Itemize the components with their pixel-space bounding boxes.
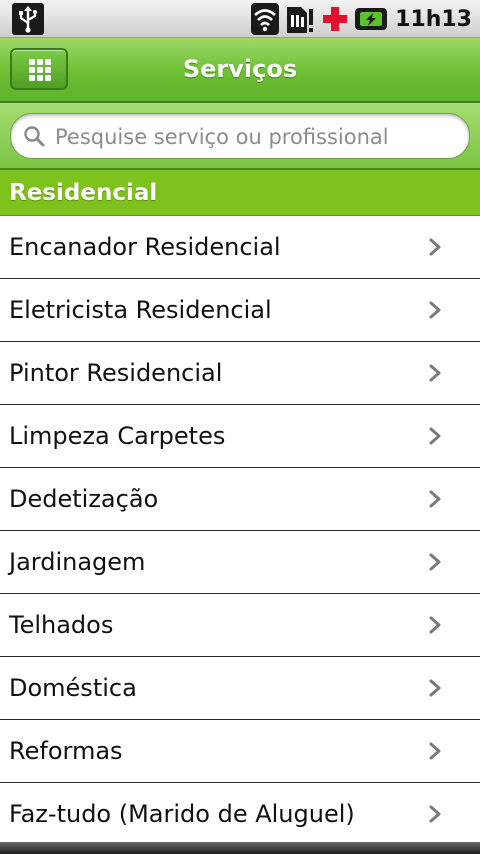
list-item[interactable]: Faz-tudo (Marido de Aluguel)	[0, 783, 480, 846]
list-item-label: Dedetização	[9, 485, 159, 513]
wifi-icon	[251, 3, 280, 35]
list-item[interactable]: Jardinagem	[0, 531, 480, 594]
services-list: Encanador Residencial Eletricista Reside…	[0, 216, 480, 846]
chevron-right-icon	[429, 301, 441, 319]
menu-grid-button[interactable]	[10, 48, 68, 90]
red-cross-icon	[323, 7, 348, 31]
list-item-label: Jardinagem	[9, 548, 146, 576]
list-item-label: Faz-tudo (Marido de Aluguel)	[9, 800, 355, 828]
status-time: 11h13	[395, 6, 472, 32]
search-input[interactable]	[53, 114, 457, 160]
list-item-label: Doméstica	[9, 674, 137, 702]
list-item[interactable]: Encanador Residencial	[0, 216, 480, 279]
page-title: Serviços	[182, 55, 298, 83]
chevron-right-icon	[429, 553, 441, 571]
battery-charging-icon	[355, 8, 388, 30]
chevron-right-icon	[429, 616, 441, 634]
chevron-right-icon	[429, 679, 441, 697]
chevron-right-icon	[429, 427, 441, 445]
search-field[interactable]	[10, 113, 470, 160]
list-item-label: Telhados	[9, 611, 114, 639]
status-bar: 11h13	[0, 0, 480, 38]
list-item[interactable]: Reformas	[0, 720, 480, 783]
list-item[interactable]: Limpeza Carpetes	[0, 405, 480, 468]
chevron-right-icon	[429, 238, 441, 256]
list-item-label: Eletricista Residencial	[9, 296, 272, 324]
list-item-label: Reformas	[9, 737, 123, 765]
chevron-right-icon	[429, 364, 441, 382]
search-bar	[0, 103, 480, 170]
bottom-edge	[0, 842, 480, 854]
list-item[interactable]: Eletricista Residencial	[0, 279, 480, 342]
usb-icon	[12, 3, 44, 35]
chevron-right-icon	[429, 490, 441, 508]
list-item[interactable]: Doméstica	[0, 657, 480, 720]
chevron-right-icon	[429, 742, 441, 760]
list-item[interactable]: Dedetização	[0, 468, 480, 531]
list-item-label: Encanador Residencial	[9, 233, 281, 261]
sim-alert-icon	[287, 7, 314, 33]
list-item[interactable]: Telhados	[0, 594, 480, 657]
title-bar: Serviços	[0, 38, 480, 103]
list-item-label: Pintor Residencial	[9, 359, 223, 387]
list-item[interactable]: Pintor Residencial	[0, 342, 480, 405]
list-item-label: Limpeza Carpetes	[9, 422, 226, 450]
chevron-right-icon	[429, 805, 441, 823]
section-header: Residencial	[0, 170, 480, 216]
section-title: Residencial	[9, 180, 158, 206]
grid-icon	[29, 59, 51, 81]
search-icon	[24, 126, 45, 147]
